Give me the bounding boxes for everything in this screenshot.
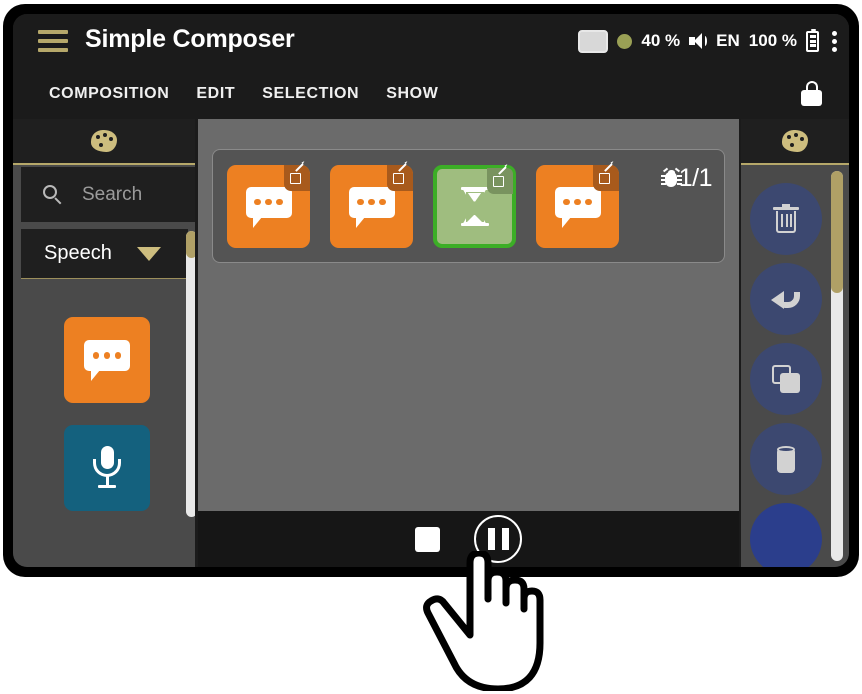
search-input[interactable]: Search — [82, 184, 142, 206]
device-screen: Simple Composer 40 % EN 100 % COMPOSITIO… — [13, 14, 849, 567]
menu-item-selection[interactable]: SELECTION — [262, 85, 359, 103]
edit-pencil-icon — [598, 162, 614, 186]
edit-pencil-icon — [392, 162, 408, 186]
app-title: Simple Composer — [85, 25, 295, 53]
chevron-down-icon[interactable] — [136, 246, 161, 261]
edit-badge[interactable] — [593, 162, 619, 191]
menu-item-show[interactable]: SHOW — [386, 85, 438, 103]
battery-icon — [806, 28, 819, 52]
right-panel-scrollbar[interactable] — [831, 171, 843, 561]
category-label: Speech — [44, 242, 112, 264]
transport-bar — [198, 511, 739, 567]
bug-icon — [660, 167, 682, 189]
composition-block[interactable] — [330, 162, 413, 248]
right-scrollbar-thumb[interactable] — [831, 171, 843, 293]
undo-button[interactable] — [750, 263, 822, 335]
composition-block[interactable] — [227, 162, 310, 248]
menu-item-edit[interactable]: EDIT — [196, 85, 235, 103]
search-icon — [43, 184, 63, 205]
brightness-value: 40 % — [641, 31, 681, 50]
left-panel-scrollbar[interactable] — [186, 231, 195, 517]
battery-value: 100 % — [748, 31, 797, 50]
display-icon — [578, 29, 609, 53]
right-panel-header — [741, 119, 849, 165]
speech-bubble-icon — [84, 340, 130, 381]
speech-bubble-icon — [554, 186, 601, 228]
left-library-panel: Search Speech — [13, 119, 195, 567]
kebab-menu-icon[interactable] — [832, 30, 837, 52]
status-bar: 40 % EN 100 % — [578, 14, 837, 68]
edit-badge[interactable] — [387, 162, 413, 191]
edit-badge[interactable] — [487, 165, 513, 194]
composition-block-selected[interactable] — [433, 165, 516, 248]
copy-icon — [772, 365, 800, 393]
block-sequence-row: 1/1 — [212, 149, 725, 263]
paste-button[interactable] — [750, 423, 822, 495]
stop-button[interactable] — [415, 526, 440, 552]
right-actions-panel — [741, 119, 849, 567]
trash-icon — [773, 204, 799, 234]
debug-step-counter: 1/1 — [660, 164, 713, 193]
edit-badge[interactable] — [284, 162, 310, 191]
menu-item-composition[interactable]: COMPOSITION — [49, 85, 169, 103]
microphone-tile[interactable] — [64, 425, 150, 511]
speech-bubble-tile[interactable] — [64, 317, 150, 403]
composition-block[interactable] — [536, 162, 619, 248]
app-bar: Simple Composer 40 % EN 100 % — [13, 14, 849, 68]
palette-icon[interactable] — [91, 130, 117, 152]
delete-button[interactable] — [750, 183, 822, 255]
edit-pencil-icon — [492, 165, 508, 189]
hamburger-menu-icon[interactable] — [38, 30, 68, 52]
left-panel-header — [13, 119, 195, 165]
speech-bubble-icon — [245, 186, 292, 228]
left-scrollbar-thumb[interactable] — [186, 231, 195, 258]
menu-bar: COMPOSITION EDIT SELECTION SHOW — [13, 68, 849, 119]
hourglass-icon — [460, 185, 490, 229]
search-field[interactable]: Search — [21, 167, 195, 222]
speech-bubble-icon — [348, 186, 395, 228]
device-frame: Simple Composer 40 % EN 100 % COMPOSITIO… — [3, 4, 859, 577]
status-indicator-dot — [617, 33, 633, 49]
duplicate-button[interactable] — [750, 343, 822, 415]
pause-button[interactable] — [474, 515, 522, 563]
paste-icon — [775, 445, 797, 473]
category-speech[interactable]: Speech — [21, 229, 188, 279]
lock-closed-icon[interactable] — [801, 81, 822, 106]
undo-arrow-icon — [771, 286, 801, 312]
work-area: Search Speech 1/1 — [13, 119, 849, 567]
palette-icon[interactable] — [782, 130, 808, 152]
screenshot-root: Simple Composer 40 % EN 100 % COMPOSITIO… — [0, 0, 862, 694]
step-counter-text: 1/1 — [678, 164, 713, 192]
composition-canvas[interactable]: 1/1 — [198, 119, 739, 511]
language-indicator: EN — [716, 31, 740, 50]
speaker-icon[interactable] — [689, 32, 708, 50]
microphone-icon — [91, 446, 123, 490]
more-button[interactable] — [750, 503, 822, 567]
edit-pencil-icon — [289, 162, 305, 186]
